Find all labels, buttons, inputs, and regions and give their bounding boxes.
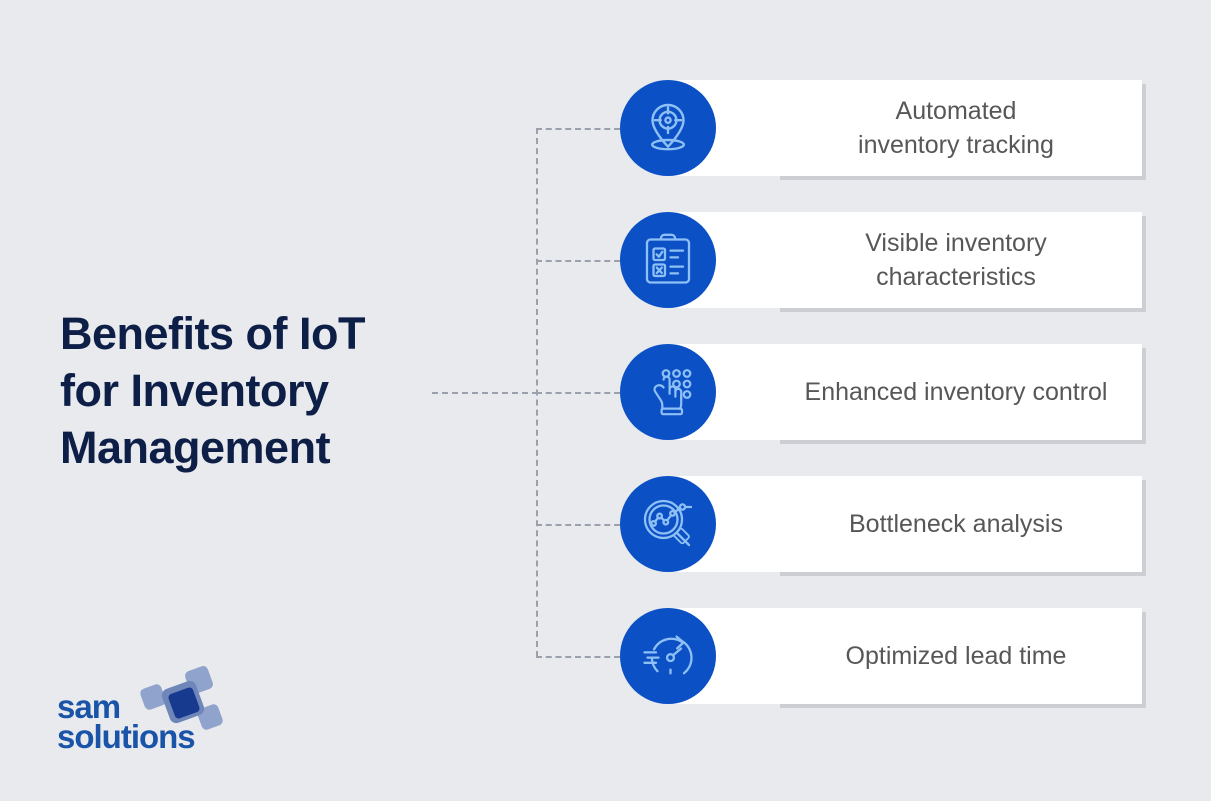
magnifier-chart-icon: [620, 476, 716, 572]
benefit-label-2-line-2: characteristics: [876, 263, 1036, 291]
clipboard-checklist-icon: [620, 212, 716, 308]
benefit-row-4[interactable]: Bottleneck analysis: [620, 476, 1146, 576]
benefit-card-4-shadow: [780, 572, 1146, 576]
benefit-card-5-shadow-right: [1142, 612, 1146, 708]
benefit-card-2-shadow: [780, 308, 1146, 312]
infographic-canvas: Benefits of IoT for Inventory Management: [0, 0, 1211, 801]
benefit-card-3-shadow: [780, 440, 1146, 444]
benefit-card-5-shadow: [780, 704, 1146, 708]
benefit-row-2[interactable]: Visible inventory characteristics: [620, 212, 1146, 312]
connector-branch-2: [536, 260, 620, 262]
benefit-label-1-line-1: Automated: [895, 97, 1017, 125]
benefit-card-4-shadow-right: [1142, 480, 1146, 576]
benefit-card-1-shadow: [780, 176, 1146, 180]
benefit-label-4: Bottleneck analysis: [770, 476, 1142, 572]
location-target-icon: [620, 80, 716, 176]
connector-branch-3: [536, 392, 620, 394]
sam-solutions-logo[interactable]: sam solutions: [57, 662, 267, 754]
benefit-label-2: Visible inventory characteristics: [770, 212, 1142, 308]
stopwatch-speed-icon: [620, 608, 716, 704]
svg-text:solutions: solutions: [57, 718, 195, 754]
benefit-row-5[interactable]: Optimized lead time: [620, 608, 1146, 708]
benefit-label-4-line-1: Bottleneck analysis: [848, 510, 1063, 538]
benefit-row-3[interactable]: Enhanced inventory control: [620, 344, 1146, 444]
page-title: Benefits of IoT for Inventory Management: [60, 305, 440, 476]
benefit-label-2-line-1: Visible inventory: [865, 229, 1047, 257]
connector-branch-1: [536, 128, 620, 130]
connector-branch-5: [536, 656, 620, 658]
benefit-label-5: Optimized lead time: [770, 608, 1142, 704]
benefit-row-1[interactable]: Automated inventory tracking: [620, 80, 1146, 180]
hand-touch-grid-icon: [620, 344, 716, 440]
benefit-label-1: Automated inventory tracking: [770, 80, 1142, 176]
benefit-card-1-shadow-right: [1142, 84, 1146, 180]
benefit-label-5-line-1: Optimized lead time: [845, 642, 1067, 670]
benefit-label-1-line-2: inventory tracking: [858, 131, 1054, 159]
benefit-label-3-line-1: Enhanced inventory control: [804, 378, 1108, 406]
benefit-card-3-shadow-right: [1142, 348, 1146, 444]
connector-branch-4: [536, 524, 620, 526]
page-title-line-3: Management: [60, 422, 331, 473]
page-title-line-2: for Inventory: [60, 365, 329, 416]
benefit-label-3: Enhanced inventory control: [770, 344, 1142, 440]
connector-trunk-horizontal: [432, 392, 538, 394]
page-title-line-1: Benefits of IoT: [60, 308, 366, 359]
benefit-card-2-shadow-right: [1142, 216, 1146, 312]
